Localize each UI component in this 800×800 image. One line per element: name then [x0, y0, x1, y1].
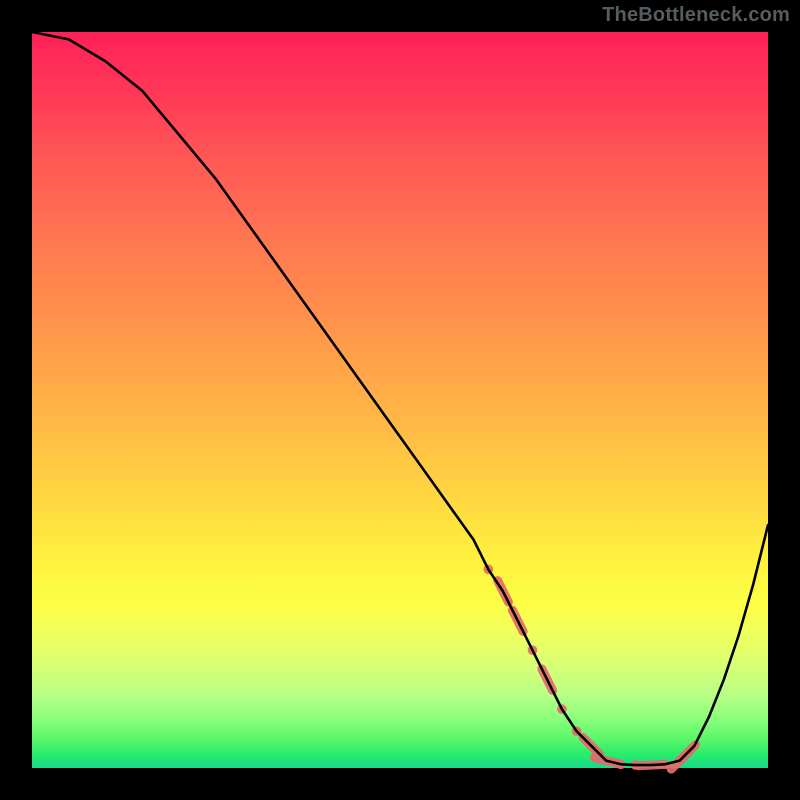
- marker-group: [484, 565, 696, 770]
- attribution-text: TheBottleneck.com: [602, 4, 790, 27]
- bottleneck-curve: [32, 32, 768, 765]
- plot-area: [32, 32, 768, 768]
- chart-svg: [32, 32, 768, 768]
- chart-container: TheBottleneck.com: [0, 0, 800, 800]
